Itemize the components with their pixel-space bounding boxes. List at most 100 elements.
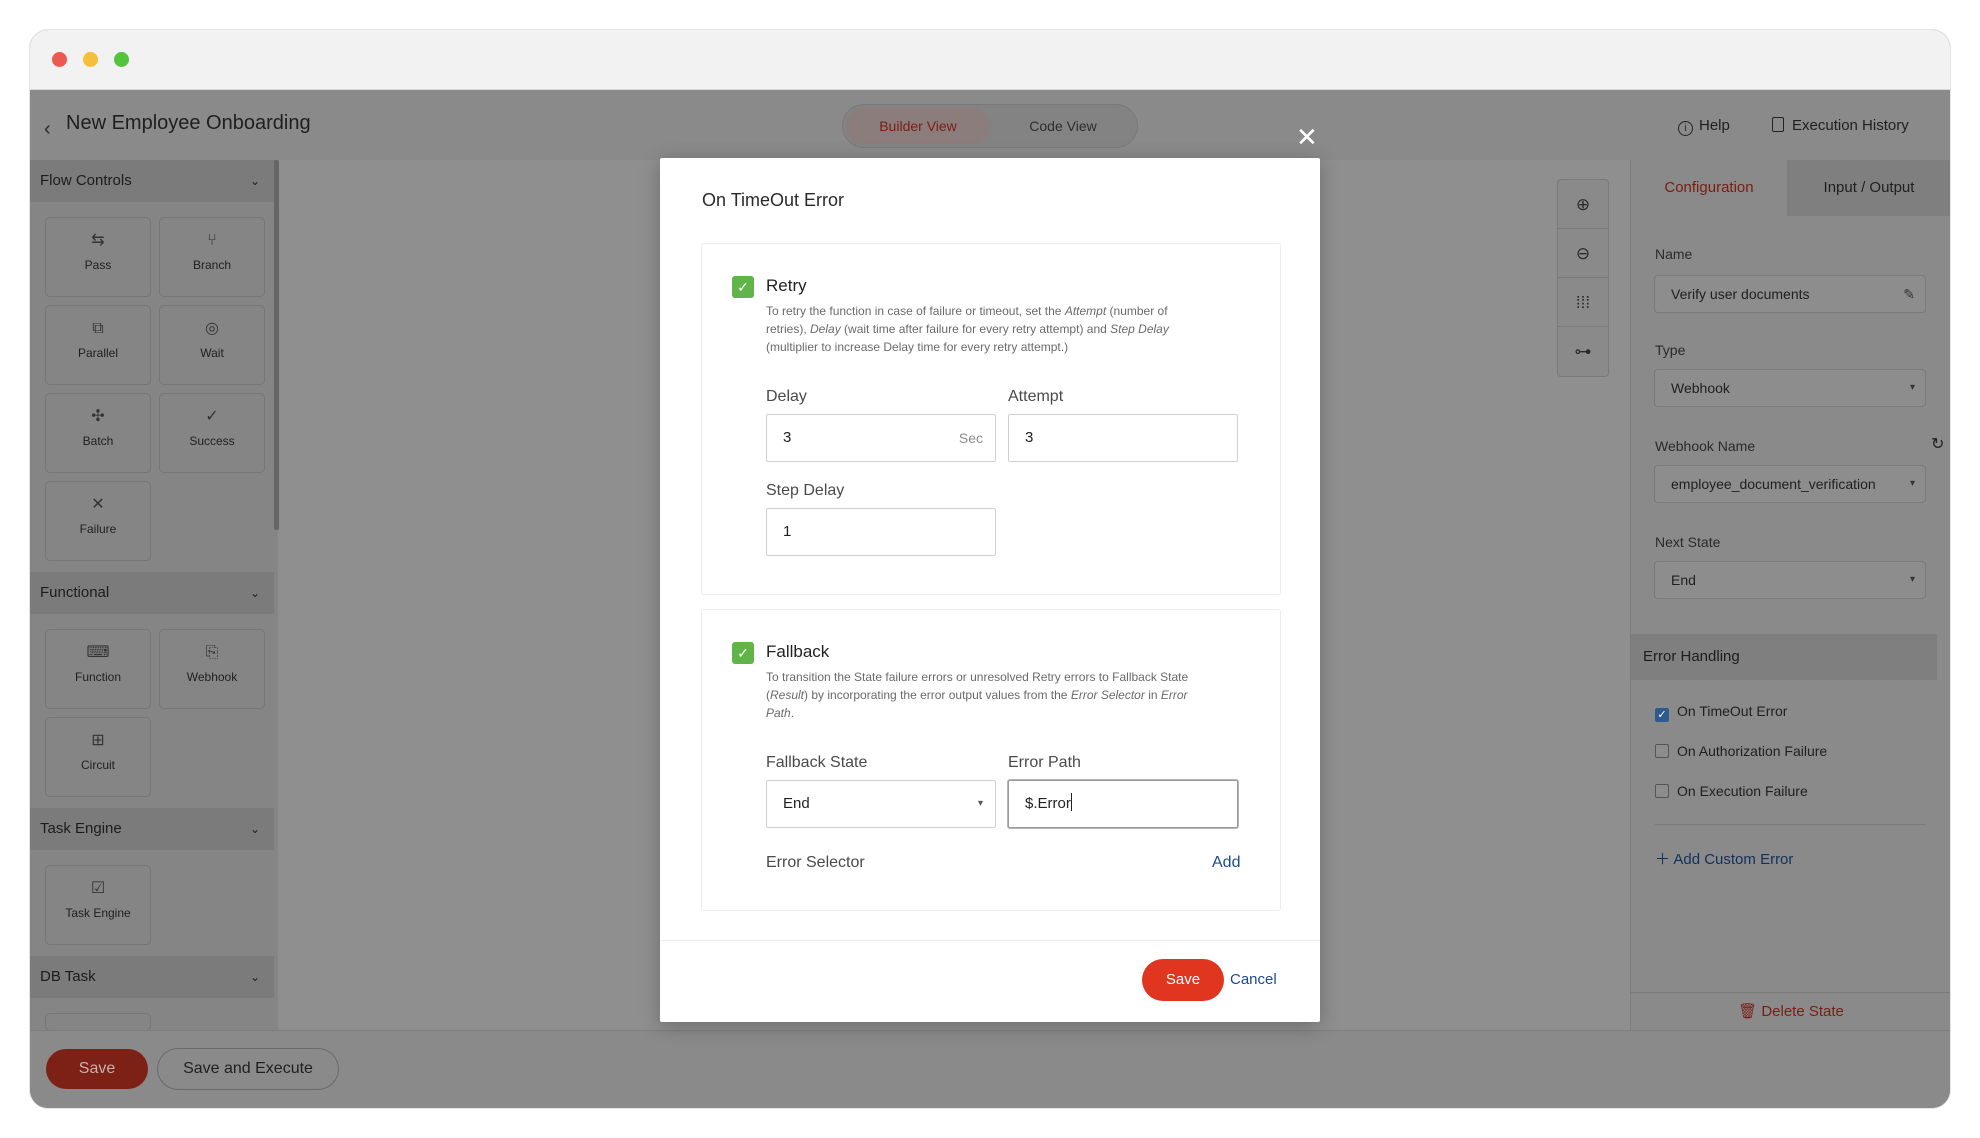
sidebar-scrollbar[interactable]: [274, 160, 279, 530]
step-delay-label: Step Delay: [766, 482, 845, 499]
palette-item-label: Pass: [84, 258, 112, 272]
palette-item-label: Success: [189, 434, 235, 448]
circuit-icon: ⊞: [91, 732, 105, 749]
dialog-title: On TimeOut Error: [702, 190, 845, 210]
palette-item-label: Branch: [192, 258, 232, 272]
retry-desc-text: (multiplier to increase Delay time for e…: [766, 340, 1069, 354]
palette-item-task-engine[interactable]: ☑ Task Engine: [46, 866, 150, 944]
add-error-selector-link[interactable]: Add: [1212, 854, 1240, 872]
error-path-input[interactable]: $.Error: [1008, 780, 1238, 828]
tab-code-view[interactable]: Code View: [992, 108, 1134, 144]
palette-item-branch[interactable]: ⑂ Branch: [160, 218, 264, 296]
palette-item-success[interactable]: ✓ Success: [160, 394, 264, 472]
section-db-task[interactable]: DB Task ⌄: [30, 956, 274, 998]
zoom-out-icon[interactable]: ⊖: [1558, 229, 1608, 278]
refresh-icon[interactable]: ↻: [1931, 434, 1944, 454]
next-state-select[interactable]: End ▾: [1655, 562, 1925, 598]
help-link[interactable]: i Help: [1678, 117, 1730, 136]
fallback-state-select[interactable]: End ▾: [766, 780, 996, 828]
section-title: DB Task: [40, 968, 96, 985]
chevron-left-icon[interactable]: ‹: [44, 118, 51, 141]
retry-desc-delay: Delay: [810, 322, 841, 336]
dialog-cancel-button[interactable]: Cancel: [1230, 971, 1277, 988]
retry-checkbox[interactable]: ✓: [732, 276, 754, 298]
batch-icon: ✣: [91, 408, 105, 425]
branch-icon: ⑂: [207, 232, 217, 249]
webhook-name-select[interactable]: employee_document_verification ▾: [1655, 466, 1925, 502]
palette-item-pass[interactable]: ⇆ Pass: [46, 218, 150, 296]
retry-desc-text: (wait time after failure for every retry…: [840, 322, 1111, 336]
tab-builder-view[interactable]: Builder View: [846, 108, 990, 144]
fallback-description: To transition the State failure errors o…: [766, 668, 1206, 722]
caret-down-icon: ▾: [1909, 574, 1915, 585]
authorization-failure-checkbox[interactable]: On Authorization Failure: [1655, 742, 1827, 760]
app-header: ‹ New Employee Onboarding Builder View C…: [30, 90, 1950, 160]
delay-value: 3: [783, 429, 792, 446]
dialog-save-button[interactable]: Save: [1142, 959, 1224, 1001]
delay-input[interactable]: 3 Sec: [766, 414, 996, 462]
execution-history-link[interactable]: Execution History: [1772, 117, 1909, 134]
tree-layout-icon[interactable]: ⊶: [1558, 327, 1608, 376]
checkbox-icon: [1655, 784, 1669, 798]
divider: [1655, 824, 1925, 825]
retry-card: ✓ Retry To retry the function in case of…: [702, 244, 1280, 594]
name-label: Name: [1655, 246, 1693, 262]
palette-item-label: Wait: [200, 346, 224, 360]
section-title: Functional: [40, 584, 110, 601]
fallback-card: ✓ Fallback To transition the State failu…: [702, 610, 1280, 910]
history-icon: [1772, 117, 1784, 132]
palette-item-function[interactable]: ⌨ Function: [46, 630, 150, 708]
save-and-execute-button[interactable]: Save and Execute: [158, 1049, 338, 1089]
checkbox-label: On TimeOut Error: [1677, 703, 1788, 719]
step-delay-value: 1: [783, 523, 792, 540]
info-icon: i: [1678, 121, 1693, 136]
fallback-checkbox[interactable]: ✓: [732, 642, 754, 664]
error-handling-header: Error Handling: [1631, 634, 1937, 680]
palette-item-label: Parallel: [77, 346, 119, 360]
attempt-label: Attempt: [1008, 388, 1064, 405]
palette-item-parallel[interactable]: ⧉ Parallel: [46, 306, 150, 384]
retry-title: Retry: [766, 276, 807, 295]
execution-failure-checkbox[interactable]: On Execution Failure: [1655, 782, 1808, 800]
caret-down-icon: ▾: [977, 798, 983, 809]
task-engine-icon: ☑: [90, 880, 106, 897]
checkbox-label: On Authorization Failure: [1677, 743, 1828, 759]
state-name-field[interactable]: Verify user documents ✎: [1655, 276, 1925, 312]
pencil-icon[interactable]: ✎: [1903, 276, 1915, 312]
chevron-down-icon: ⌄: [249, 822, 260, 836]
window-titlebar: [30, 30, 1950, 90]
window-close-button[interactable]: [52, 52, 67, 67]
attempt-input[interactable]: 3: [1008, 414, 1238, 462]
section-functional[interactable]: Functional ⌄: [30, 572, 274, 614]
add-custom-error-link[interactable]: ＋ Add Custom Error: [1655, 848, 1793, 869]
palette-item-circuit[interactable]: ⊞ Circuit: [46, 718, 150, 796]
palette-item-label: Function: [74, 670, 122, 684]
chevron-down-icon: ⌄: [249, 970, 260, 984]
tab-input-output[interactable]: Input / Output: [1787, 160, 1950, 216]
zoom-in-icon[interactable]: ⊕: [1558, 180, 1608, 229]
timeout-error-checkbox[interactable]: ✓ On TimeOut Error: [1655, 702, 1787, 722]
window-maximize-button[interactable]: [114, 52, 129, 67]
step-delay-input[interactable]: 1: [766, 508, 996, 556]
palette-item-partial[interactable]: [46, 1014, 150, 1030]
delete-state-button[interactable]: 🗑 Delete State: [1631, 992, 1950, 1030]
save-button[interactable]: Save: [46, 1049, 148, 1089]
delay-label: Delay: [766, 388, 807, 405]
section-flow-controls[interactable]: Flow Controls ⌄: [30, 160, 274, 202]
failure-icon: ✕: [91, 496, 105, 513]
webhook-icon: ⎘: [205, 644, 219, 661]
section-task-engine[interactable]: Task Engine ⌄: [30, 808, 274, 850]
window-minimize-button[interactable]: [83, 52, 98, 67]
type-select[interactable]: Webhook ▾: [1655, 370, 1925, 406]
help-label: Help: [1699, 117, 1730, 134]
palette-item-batch[interactable]: ✣ Batch: [46, 394, 150, 472]
section-title: Flow Controls: [40, 172, 132, 189]
tab-configuration[interactable]: Configuration: [1631, 160, 1787, 216]
palette-item-webhook[interactable]: ⎘ Webhook: [160, 630, 264, 708]
close-icon[interactable]: ✕: [1296, 124, 1318, 150]
palette-item-wait[interactable]: ◎ Wait: [160, 306, 264, 384]
fallback-state-value: End: [783, 795, 810, 812]
palette-item-failure[interactable]: ✕ Failure: [46, 482, 150, 560]
success-icon: ✓: [205, 408, 219, 425]
grid-icon[interactable]: ⁞⁞⁞: [1558, 278, 1608, 327]
